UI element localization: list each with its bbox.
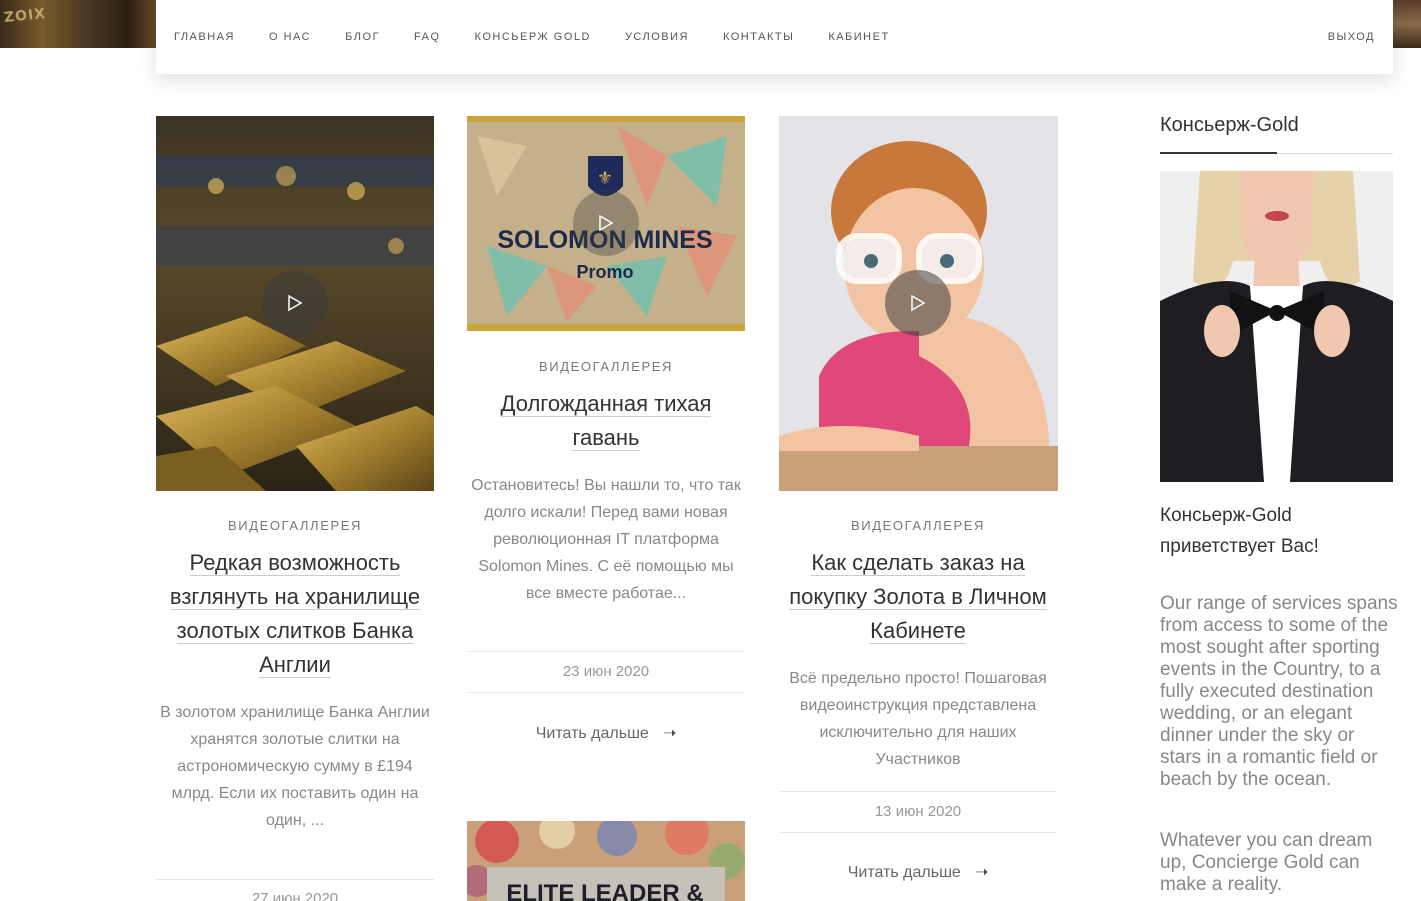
post-thumbnail-elite-leader[interactable]: ELITE LEADER & — [467, 821, 745, 901]
nav-item-contacts[interactable]: КОНТАКТЫ — [723, 31, 794, 43]
post-title-text[interactable]: Как сделать заказ на покупку Золота в Ли… — [789, 550, 1047, 644]
widget-title: Консьерж-Gold — [1160, 114, 1299, 136]
divider — [156, 879, 434, 880]
read-more-link[interactable]: Читать дальше ➝ — [467, 723, 745, 743]
nav-item-exit[interactable]: ВЫХОД — [1328, 31, 1375, 43]
elite-leader-image: ELITE LEADER & — [467, 821, 745, 901]
concierge-woman-image — [1160, 171, 1393, 482]
svg-text:⚜: ⚜ — [597, 168, 613, 189]
promo-label: Promo — [576, 262, 633, 282]
post-date: 23 июн 2020 — [562, 663, 650, 680]
concierge-photo — [1160, 171, 1393, 482]
divider — [467, 651, 745, 652]
nav-item-about[interactable]: О НАС — [269, 31, 311, 43]
post-thumbnail-gold-vault[interactable] — [156, 116, 434, 491]
sidebar-paragraph: Our range of services spans from access … — [1160, 593, 1398, 790]
post-title[interactable]: Как сделать заказ на покупку Золота в Ли… — [779, 546, 1057, 648]
nav-item-terms[interactable]: УСЛОВИЯ — [625, 31, 689, 43]
elite-leader-text: ELITE LEADER & — [506, 880, 703, 901]
post-title-text[interactable]: Долгожданная тихая гавань — [500, 391, 712, 451]
post-category[interactable]: ВИДЕОГАЛЛЕРЕЯ — [779, 518, 1057, 533]
widget-title-accent — [1160, 152, 1277, 154]
play-button[interactable] — [262, 270, 328, 336]
post-excerpt: Остановитесь! Вы нашли то, что так долго… — [471, 477, 741, 602]
arrow-right-icon: ➝ — [974, 864, 989, 881]
post-title[interactable]: Редкая возможность взглянуть на хранилищ… — [156, 546, 434, 682]
read-more-label[interactable]: Читать дальше — [536, 725, 649, 742]
main-navbar: ГЛАВНАЯ О НАС БЛОГ FAQ КОНСЬЕРЖ GOLD УСЛ… — [156, 0, 1393, 74]
post-date: 13 июн 2020 — [874, 803, 962, 820]
post-excerpt: Всё предельно просто! Пошаговая видеоинс… — [789, 670, 1047, 768]
read-more-link[interactable]: Читать дальше ➝ — [779, 862, 1057, 882]
post-category[interactable]: ВИДЕОГАЛЛЕРЕЯ — [467, 359, 745, 374]
header-right-decor — [1393, 0, 1421, 48]
post-excerpt: В золотом хранилище Банка Англии хранятс… — [160, 704, 430, 829]
play-button[interactable] — [885, 270, 951, 336]
divider — [779, 832, 1057, 833]
post-thumbnail-solomon-mines[interactable]: ⚜ SOLOMON MINES Promo — [467, 116, 745, 331]
post-category[interactable]: ВИДЕОГАЛЛЕРЕЯ — [156, 518, 434, 533]
post-date: 27 июн 2020 — [251, 890, 339, 901]
nav-item-cabinet[interactable]: КАБИНЕТ — [828, 31, 889, 43]
divider — [779, 791, 1057, 792]
logo-fragment: ZOIX — [3, 5, 47, 27]
read-more-label[interactable]: Читать дальше — [848, 864, 961, 881]
post-title[interactable]: Долгожданная тихая гавань — [467, 387, 745, 455]
nav-item-faq[interactable]: FAQ — [414, 31, 441, 43]
post-thumbnail-order-gold[interactable] — [779, 116, 1058, 491]
nav-item-concierge-gold[interactable]: КОНСЬЕРЖ GOLD — [475, 31, 591, 43]
nav-item-home[interactable]: ГЛАВНАЯ — [174, 31, 235, 43]
play-icon — [599, 214, 614, 232]
arrow-right-icon: ➝ — [662, 725, 677, 742]
play-icon — [288, 294, 303, 312]
nav-item-blog[interactable]: БЛОГ — [345, 31, 380, 43]
sidebar-paragraph: Whatever you can dream up, Concierge Gol… — [1160, 830, 1373, 895]
sidebar-greeting: Консьерж-Gold приветствует Вас! — [1160, 505, 1319, 557]
divider — [467, 692, 745, 693]
play-button[interactable] — [573, 190, 639, 256]
post-title-text[interactable]: Редкая возможность взглянуть на хранилищ… — [169, 550, 421, 678]
play-icon — [911, 294, 926, 312]
